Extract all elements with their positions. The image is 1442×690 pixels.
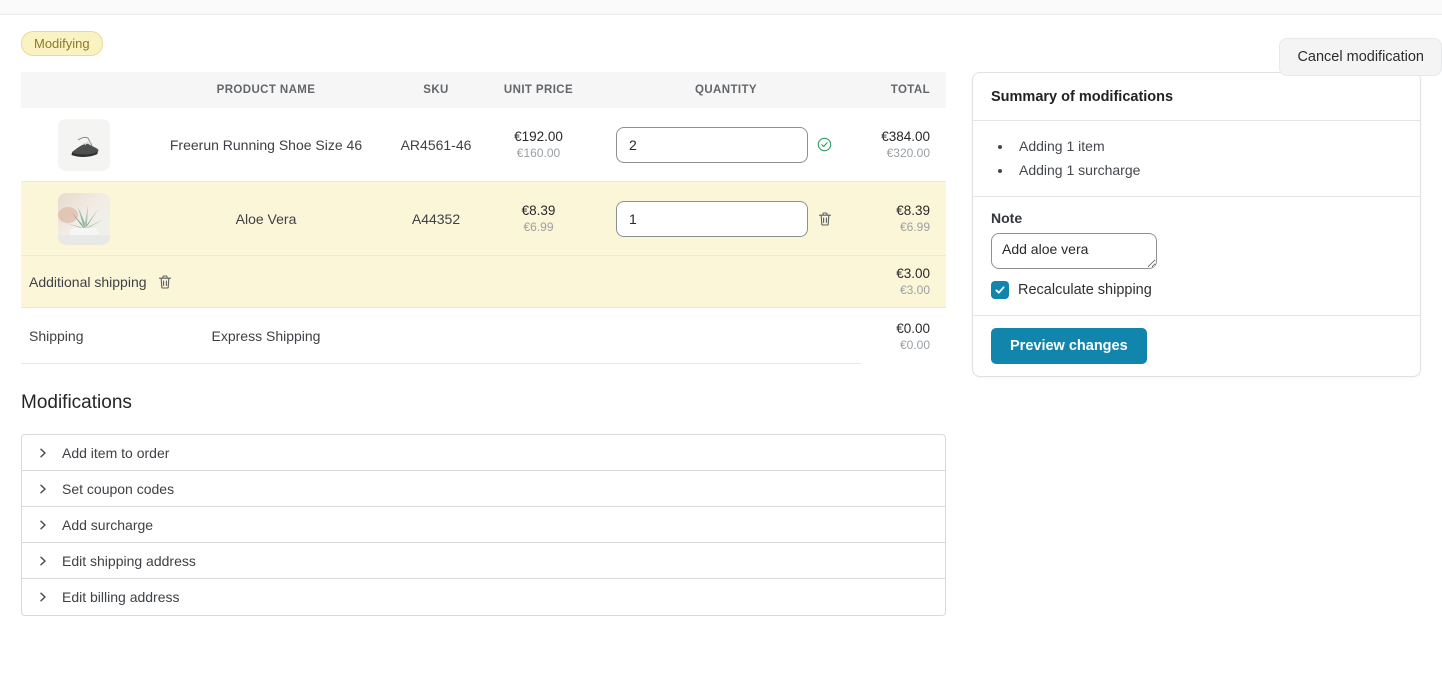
accordion-edit-billing-address[interactable]: Edit billing address bbox=[22, 579, 945, 615]
product-sku: AR4561-46 bbox=[386, 137, 486, 153]
unit-price-net: €6.99 bbox=[486, 220, 591, 234]
accordion-add-item-to-order[interactable]: Add item to order bbox=[22, 435, 945, 471]
shipping-label: Shipping bbox=[21, 328, 146, 344]
delete-item-button[interactable] bbox=[817, 211, 833, 227]
top-bar bbox=[0, 0, 1442, 15]
unit-price-gross: €8.39 bbox=[486, 203, 591, 218]
cancel-modification-button[interactable]: Cancel modification bbox=[1279, 38, 1442, 76]
column-header-total: TOTAL bbox=[861, 84, 946, 96]
chevron-right-icon bbox=[37, 483, 49, 495]
unit-price-net: €160.00 bbox=[486, 146, 591, 160]
product-image-aloe-vera bbox=[58, 193, 110, 245]
accordion-label: Set coupon codes bbox=[62, 481, 174, 497]
accordion-edit-shipping-address[interactable]: Edit shipping address bbox=[22, 543, 945, 579]
shipping-method: Express Shipping bbox=[146, 328, 386, 344]
check-circle-icon bbox=[817, 137, 832, 152]
quantity-input[interactable] bbox=[616, 127, 808, 163]
product-name: Aloe Vera bbox=[146, 211, 386, 227]
table-row: Aloe Vera A44352 €8.39 €6.99 bbox=[21, 182, 946, 256]
accordion-label: Add item to order bbox=[62, 445, 169, 461]
modifications-heading: Modifications bbox=[21, 392, 946, 414]
column-header-quantity: QUANTITY bbox=[591, 84, 861, 96]
line-total-net: €320.00 bbox=[861, 146, 930, 160]
product-name: Freerun Running Shoe Size 46 bbox=[146, 137, 386, 153]
status-badge: Modifying bbox=[21, 31, 103, 56]
table-header-row: PRODUCT NAME SKU UNIT PRICE QUANTITY TOT… bbox=[21, 72, 946, 108]
recalculate-shipping-label: Recalculate shipping bbox=[1018, 282, 1152, 298]
line-total-net: €6.99 bbox=[861, 220, 930, 234]
note-textarea[interactable]: Add aloe vera bbox=[991, 233, 1157, 269]
line-total-gross: €384.00 bbox=[861, 129, 930, 144]
column-header-product-name: PRODUCT NAME bbox=[146, 84, 386, 96]
chevron-right-icon bbox=[37, 591, 49, 603]
surcharge-total-gross: €3.00 bbox=[861, 266, 930, 281]
modifications-accordion: Add item to order Set coupon codes Add s… bbox=[21, 434, 946, 616]
shipping-total-gross: €0.00 bbox=[861, 321, 930, 336]
unit-price-gross: €192.00 bbox=[486, 129, 591, 144]
product-image-running-shoe bbox=[58, 119, 110, 171]
accordion-label: Add surcharge bbox=[62, 517, 153, 533]
recalculate-shipping-checkbox[interactable]: Recalculate shipping bbox=[991, 281, 1402, 299]
summary-item: Adding 1 item bbox=[1013, 134, 1402, 158]
preview-changes-button[interactable]: Preview changes bbox=[991, 328, 1147, 364]
checkbox-checked-icon bbox=[991, 281, 1009, 299]
summary-card: Summary of modifications Adding 1 item A… bbox=[972, 72, 1421, 377]
note-label: Note bbox=[991, 210, 1402, 226]
delete-surcharge-button[interactable] bbox=[157, 274, 173, 290]
surcharge-row: Additional shipping €3.00 €3.00 bbox=[21, 256, 946, 308]
surcharge-total-net: €3.00 bbox=[861, 283, 930, 297]
line-total-gross: €8.39 bbox=[861, 203, 930, 218]
surcharge-label: Additional shipping bbox=[29, 274, 147, 290]
chevron-right-icon bbox=[37, 519, 49, 531]
shipping-total-net: €0.00 bbox=[861, 338, 930, 352]
column-header-unit-price: UNIT PRICE bbox=[486, 84, 591, 96]
column-header-sku: SKU bbox=[386, 84, 486, 96]
accordion-set-coupon-codes[interactable]: Set coupon codes bbox=[22, 471, 945, 507]
accordion-label: Edit billing address bbox=[62, 589, 180, 605]
accordion-add-surcharge[interactable]: Add surcharge bbox=[22, 507, 945, 543]
chevron-right-icon bbox=[37, 555, 49, 567]
order-modification-page: Modifying Cancel modification PRODUCT NA… bbox=[0, 31, 1442, 616]
summary-title: Summary of modifications bbox=[973, 73, 1420, 121]
shipping-row: Shipping Express Shipping €0.00 €0.00 bbox=[21, 308, 946, 364]
quantity-input[interactable] bbox=[616, 201, 808, 237]
product-sku: A44352 bbox=[386, 211, 486, 227]
accordion-label: Edit shipping address bbox=[62, 553, 196, 569]
summary-item: Adding 1 surcharge bbox=[1013, 158, 1402, 182]
order-items-table: PRODUCT NAME SKU UNIT PRICE QUANTITY TOT… bbox=[21, 72, 946, 364]
chevron-right-icon bbox=[37, 447, 49, 459]
summary-list: Adding 1 item Adding 1 surcharge bbox=[973, 121, 1420, 197]
table-row: Freerun Running Shoe Size 46 AR4561-46 €… bbox=[21, 108, 946, 182]
